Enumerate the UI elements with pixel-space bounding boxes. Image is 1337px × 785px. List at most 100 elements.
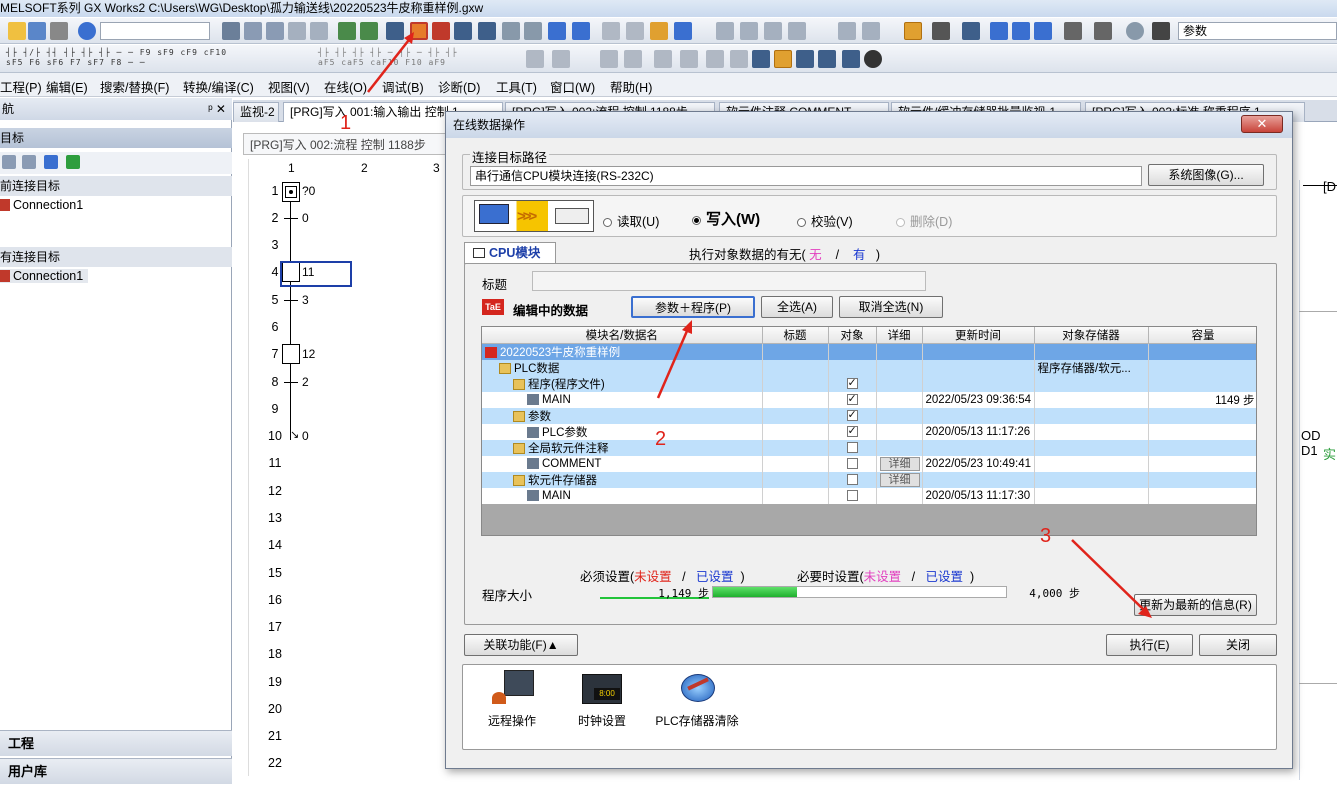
display-icon[interactable] — [674, 22, 692, 40]
menu-project[interactable]: 工程(P) — [0, 77, 42, 96]
clock-setting[interactable]: 8:00 时钟设置 — [572, 668, 632, 736]
column-header[interactable]: 对象存储器 — [1034, 327, 1149, 344]
find-icon[interactable] — [1094, 22, 1112, 40]
tool-icon-4[interactable] — [626, 22, 644, 40]
tool-icon-9[interactable] — [624, 50, 642, 68]
nav-pin-close-icons[interactable]: ᵖ ✕ — [208, 98, 226, 120]
table-row[interactable]: 参数 — [482, 408, 1256, 424]
table-row[interactable]: 全局软元件注释 — [482, 440, 1256, 456]
dev-icon-2[interactable] — [572, 22, 590, 40]
editor-subtab[interactable]: [PRG]写入 002:流程 控制 1188步 — [243, 133, 463, 155]
nav-refresh-icon[interactable] — [66, 155, 80, 169]
title-input[interactable] — [532, 271, 926, 291]
target-checkbox[interactable] — [846, 490, 858, 501]
read-from-plc-icon[interactable] — [432, 22, 450, 40]
sfc-tool-icon-4[interactable] — [818, 50, 836, 68]
dev-icon-4[interactable] — [1012, 22, 1030, 40]
sfc-tool-icon-5[interactable] — [842, 50, 860, 68]
sfc-tool-icon-1[interactable] — [752, 50, 770, 68]
sfc-transition[interactable] — [284, 382, 298, 383]
ladder-icon-5[interactable] — [838, 22, 856, 40]
dialog-close-button[interactable]: ✕ — [1241, 115, 1283, 133]
related-functions-button[interactable]: 关联功能(F)▲ — [464, 634, 578, 656]
sfc-step[interactable] — [282, 344, 300, 364]
ladder-icon-3[interactable] — [764, 22, 782, 40]
ladder-icon-6[interactable] — [862, 22, 880, 40]
nav-section-library[interactable]: 用户库 — [0, 758, 232, 784]
dev-icon-1[interactable] — [548, 22, 566, 40]
tool-icon-6[interactable] — [526, 50, 544, 68]
column-header[interactable]: 模块名/数据名 — [482, 327, 763, 344]
dev-icon-3[interactable] — [990, 22, 1008, 40]
sfc-tool-icon-3[interactable] — [796, 50, 814, 68]
sfc-initial-step[interactable] — [282, 182, 300, 202]
watch-icon[interactable] — [1064, 22, 1082, 40]
verify-icon[interactable] — [454, 22, 472, 40]
target-checkbox[interactable] — [846, 408, 858, 421]
paste-icon[interactable] — [266, 22, 284, 40]
deselect-all-button[interactable]: 取消全选(N) — [839, 296, 943, 318]
module-icon[interactable] — [932, 22, 950, 40]
tool-icon-7[interactable] — [552, 50, 570, 68]
copy-icon[interactable] — [244, 22, 262, 40]
menu-find-replace[interactable]: 搜索/替换(F) — [100, 77, 169, 96]
tab-cpu-module[interactable]: CPU模块 — [464, 242, 556, 264]
select-all-button[interactable]: 全选(A) — [761, 296, 833, 318]
radio-write[interactable]: 写入(W) — [692, 208, 760, 229]
menu-compile[interactable]: 转换/编译(C) — [183, 77, 254, 96]
ladder-icon-4[interactable] — [788, 22, 806, 40]
all-connection[interactable]: Connection1 — [0, 269, 88, 283]
menu-edit[interactable]: 编辑(E) — [46, 77, 88, 96]
target-checkbox[interactable] — [846, 458, 858, 469]
current-connection[interactable]: Connection1 — [0, 198, 83, 212]
tool-icon-13[interactable] — [730, 50, 748, 68]
sfc-transition[interactable] — [284, 300, 298, 301]
column-header[interactable]: 容量 — [1148, 327, 1256, 344]
ladder-symbol-buttons[interactable]: ┤├ ┤/├ ┤┤ ┤├ ┤├ ┤├ ─ ─ F9 sF9 cF9 cF10 sF… — [6, 48, 301, 68]
tool-icon-5[interactable] — [650, 22, 668, 40]
table-row[interactable]: 20220523牛皮称重样例 — [482, 343, 1256, 360]
nav-tool-icon-3[interactable] — [44, 155, 58, 169]
toolbar-combo[interactable] — [100, 22, 210, 40]
menu-tools[interactable]: 工具(T) — [496, 77, 537, 96]
table-row[interactable]: PLC参数 2020/05/13 11:17:26 — [482, 424, 1256, 440]
tab-monitor[interactable]: 监视-2 — [233, 102, 279, 122]
column-header[interactable]: 详细 — [876, 327, 923, 344]
new-project-icon[interactable] — [8, 22, 26, 40]
detail-button[interactable]: 详细 — [879, 457, 920, 471]
menu-diagnostics[interactable]: 诊断(D) — [438, 77, 480, 96]
tool-icon-1[interactable] — [502, 22, 520, 40]
help-icon[interactable] — [78, 22, 96, 40]
tool-icon-10[interactable] — [654, 50, 672, 68]
column-header[interactable]: 标题 — [762, 327, 829, 344]
help-icon-2[interactable] — [1126, 22, 1144, 40]
tool-icon-3[interactable] — [602, 22, 620, 40]
nav-section-project[interactable]: 工程 — [0, 730, 232, 756]
cut-icon[interactable] — [222, 22, 240, 40]
tool-icon-2[interactable] — [524, 22, 542, 40]
menu-help[interactable]: 帮助(H) — [610, 77, 652, 96]
table-row[interactable]: PLC数据 程序存储器/软元... — [482, 360, 1256, 376]
target-checkbox[interactable] — [846, 474, 858, 485]
radio-verify[interactable]: 校验(V) — [797, 211, 853, 230]
read-plc-icon[interactable] — [338, 22, 356, 40]
table-row[interactable]: MAIN 2022/05/23 09:36:54 1149 步 — [482, 392, 1256, 408]
print-icon[interactable] — [50, 22, 68, 40]
target-checkbox[interactable] — [846, 376, 858, 389]
menu-view[interactable]: 视图(V) — [268, 77, 310, 96]
param-program-button[interactable]: 参数＋程序(P) — [631, 296, 755, 318]
target-checkbox[interactable] — [846, 392, 858, 405]
table-row[interactable]: 程序(程序文件) — [482, 376, 1256, 392]
system-image-button[interactable]: 系统图像(G)... — [1148, 164, 1264, 186]
menu-window[interactable]: 窗口(W) — [550, 77, 595, 96]
remote-operation[interactable]: 远程操作 — [482, 668, 542, 736]
save-icon[interactable] — [28, 22, 46, 40]
sfc-transition[interactable] — [284, 218, 298, 219]
sfc-tool-icon-2[interactable] — [774, 50, 792, 68]
table-row[interactable]: MAIN 2020/05/13 11:17:30 — [482, 488, 1256, 504]
target-checkbox[interactable] — [846, 442, 858, 453]
tool-icon-8[interactable] — [600, 50, 618, 68]
nav-tool-icon-1[interactable] — [2, 155, 16, 169]
search-input[interactable]: 参数 — [1178, 22, 1337, 40]
ladder-icon-2[interactable] — [740, 22, 758, 40]
